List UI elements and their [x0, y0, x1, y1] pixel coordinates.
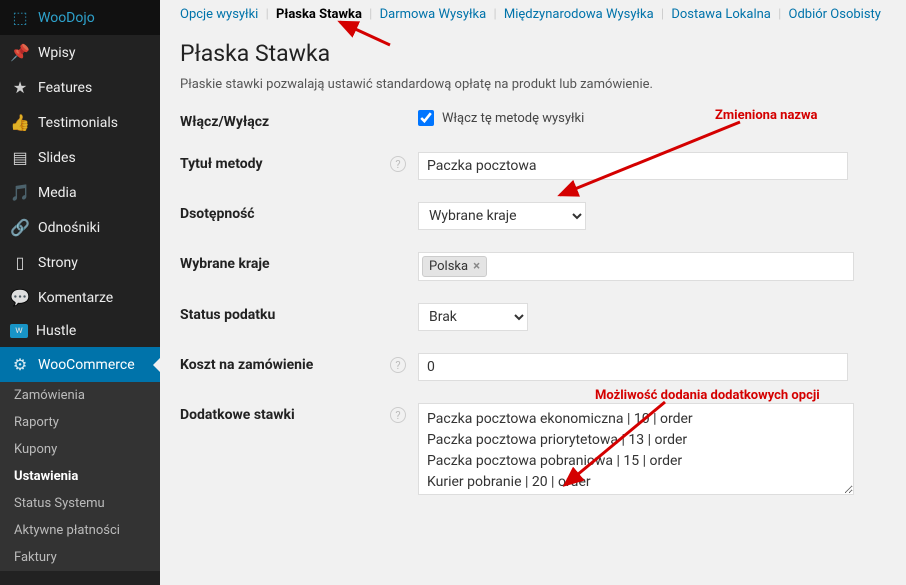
help-icon[interactable]: ? [390, 407, 406, 423]
subnav-local-delivery[interactable]: Dostawa Lokalna [671, 7, 771, 22]
box-icon: ⬚ [10, 8, 30, 27]
remove-tag-icon[interactable]: × [473, 259, 480, 274]
sidebar-item-features[interactable]: ★ Features [0, 70, 160, 105]
subnav-free-shipping[interactable]: Darmowa Wysyłka [380, 7, 487, 22]
submenu-settings[interactable]: Ustawienia [0, 463, 160, 490]
sidebar-item-hustle[interactable]: w Hustle [0, 315, 160, 347]
page-icon: ▯ [10, 253, 30, 272]
gear-icon: ⚙ [10, 355, 30, 374]
main-content: Opcje wysyłki | Płaska Stawka | Darmowa … [160, 0, 906, 585]
subnav-options[interactable]: Opcje wysyłki [180, 7, 258, 22]
star-icon: ★ [10, 78, 30, 97]
sidebar-item-testimonials[interactable]: 👍 Testimonials [0, 105, 160, 140]
submenu-coupons[interactable]: Kupony [0, 436, 160, 463]
help-icon[interactable]: ? [390, 357, 406, 373]
annotation-text-2: Możliwość dodania dodatkowych opcji [595, 388, 820, 403]
availability-label: Dsotępność [180, 202, 390, 222]
subnav-flat-rate[interactable]: Płaska Stawka [276, 7, 362, 22]
link-icon: 🔗 [10, 218, 30, 237]
tax-label: Status podatku [180, 303, 390, 323]
media-icon: 🎵 [10, 183, 30, 202]
sidebar-item-comments[interactable]: 💬 Komentarze [0, 280, 160, 315]
thumb-icon: 👍 [10, 113, 30, 132]
admin-sidebar: ⬚ WooDojo 📌 Wpisy ★ Features 👍 Testimoni… [0, 0, 160, 585]
enable-checkbox[interactable] [418, 110, 434, 126]
sidebar-item-posts[interactable]: 📌 Wpisy [0, 35, 160, 70]
subnav-local-pickup[interactable]: Odbiór Osobisty [789, 7, 881, 22]
title-input[interactable] [418, 152, 848, 180]
hustle-icon: w [10, 324, 28, 338]
title-label: Tytuł metody [180, 152, 390, 172]
sidebar-item-pages[interactable]: ▯ Strony [0, 245, 160, 280]
rates-label: Dodatkowe stawki [180, 403, 390, 423]
page-description: Płaskie stawki pozwalają ustawić standar… [180, 77, 886, 92]
sidebar-item-media[interactable]: 🎵 Media [0, 175, 160, 210]
enable-label: Włącz/Wyłącz [180, 110, 390, 130]
comment-icon: 💬 [10, 288, 30, 307]
sidebar-item-slides[interactable]: ▤ Slides [0, 140, 160, 175]
submenu-payments[interactable]: Aktywne płatności [0, 517, 160, 544]
cost-input[interactable] [418, 353, 848, 381]
enable-checkbox-label: Włącz tę metodę wysyłki [442, 111, 584, 126]
subnav-international[interactable]: Międzynarodowa Wysyłka [504, 7, 654, 22]
sidebar-item-woocommerce[interactable]: ⚙ WooCommerce [0, 347, 160, 382]
submenu-orders[interactable]: Zamówienia [0, 382, 160, 409]
sidebar-item-links[interactable]: 🔗 Odnośniki [0, 210, 160, 245]
countries-label: Wybrane kraje [180, 252, 390, 272]
pin-icon: 📌 [10, 43, 30, 62]
availability-select[interactable]: Wybrane kraje [418, 202, 586, 230]
cost-label: Koszt na zamówienie [180, 353, 390, 373]
help-icon[interactable]: ? [390, 156, 406, 172]
submenu-reports[interactable]: Raporty [0, 409, 160, 436]
shipping-subnav: Opcje wysyłki | Płaska Stawka | Darmowa … [180, 7, 886, 22]
submenu-invoices[interactable]: Faktury [0, 544, 160, 571]
countries-multiselect[interactable]: Polska × [418, 252, 854, 281]
sidebar-item-woodojo[interactable]: ⬚ WooDojo [0, 0, 160, 35]
page-title: Płaska Stawka [180, 40, 886, 67]
country-tag: Polska × [422, 256, 487, 277]
sidebar-submenu: Zamówienia Raporty Kupony Ustawienia Sta… [0, 382, 160, 571]
submenu-status[interactable]: Status Systemu [0, 490, 160, 517]
slides-icon: ▤ [10, 148, 30, 167]
tax-select[interactable]: Brak [418, 303, 528, 331]
additional-rates-textarea[interactable] [418, 403, 854, 495]
